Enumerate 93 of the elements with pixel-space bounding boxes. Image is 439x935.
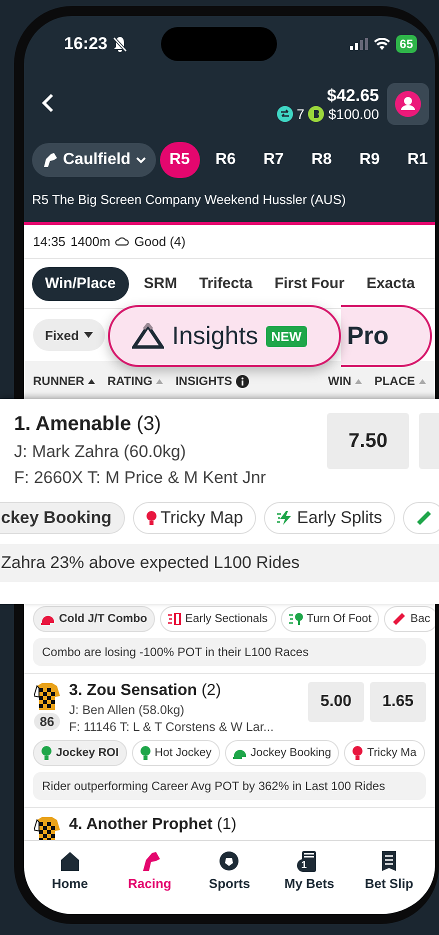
account-balance: $42.65 <box>327 86 379 106</box>
insight-chip[interactable]: ckey Booking <box>0 502 125 534</box>
jockey-text: J: Ben Allen (58.0kg) <box>69 703 186 717</box>
sort-arrow-icon <box>88 378 96 384</box>
insight-chip[interactable]: Hot Jockey <box>132 740 220 766</box>
column-header[interactable]: RATING <box>107 374 152 388</box>
nav-tab[interactable]: Sports <box>190 849 270 900</box>
race-tab[interactable]: R5 <box>160 142 200 178</box>
bet-type-tab[interactable]: Trifecta <box>192 266 260 300</box>
insight-comment: Rider outperforming Career Avg POT by 362% in Last 100 Rides <box>33 772 426 800</box>
runner-rating: 86 <box>34 713 60 730</box>
pro-toggle[interactable]: Pro <box>341 305 432 367</box>
ball-icon <box>219 850 240 872</box>
nav-tab[interactable]: Bet Slip <box>349 849 429 900</box>
battery-level: 65 <box>396 35 417 53</box>
price-type-dropdown[interactable]: Fixed <box>33 319 105 351</box>
cloud-icon <box>115 237 130 246</box>
arrows-icon <box>276 106 293 122</box>
form-trainer-text: F: 2660X T: M Price & M Kent Jnr <box>14 468 267 488</box>
insight-chip[interactable]: Cold J/T Combo <box>33 606 156 632</box>
insight-label: Bac <box>410 613 430 625</box>
status-time: 16:23 <box>64 34 108 54</box>
insight-label: Hot Jockey <box>154 747 212 759</box>
nav-tab[interactable]: Racing <box>110 849 190 900</box>
insight-label: Tricky Ma <box>367 747 416 759</box>
odds-button[interactable]: 5.00 <box>308 682 364 722</box>
insight-chip[interactable] <box>403 502 439 534</box>
column-header[interactable]: PLACE <box>374 374 415 388</box>
insight-label: Turn Of Foot <box>306 613 372 625</box>
insight-label: Jockey ROI <box>56 747 119 759</box>
venue-dropdown[interactable]: Caulfield <box>32 143 156 177</box>
runner-name: 3. Zou Sensation (2) <box>69 682 222 700</box>
insight-label: Early Splits <box>297 508 382 528</box>
insight-chip[interactable]: Tricky Ma <box>344 740 424 766</box>
column-header[interactable]: WIN <box>328 374 352 388</box>
bell-muted-icon <box>113 36 128 52</box>
jockey-text: J: Mark Zahra (60.0kg) <box>14 442 187 462</box>
insight-comment: Zahra 23% above expected L100 Rides <box>0 544 439 582</box>
insight-label: Early Sectionals <box>185 613 268 625</box>
form-trainer-text: F: 11146 T: L & T Corstens & W Lar... <box>69 720 275 734</box>
insight-chip[interactable]: Early Splits <box>264 502 396 534</box>
bet-type-tab[interactable]: Win/Place <box>32 266 129 300</box>
sort-arrow-icon <box>156 378 164 384</box>
track-condition: Good (4) <box>134 234 186 249</box>
bet-type-tab[interactable]: SRM <box>136 266 184 300</box>
account-button[interactable] <box>387 83 429 125</box>
chevron-left-icon <box>42 92 54 112</box>
insight-comment: Combo are losing -100% POT in their L100 Races <box>33 638 426 666</box>
runner-name: 1. Amenable (3) <box>14 413 162 436</box>
column-header[interactable]: INSIGHTS <box>175 374 232 388</box>
nav-tab[interactable]: Home <box>30 849 110 900</box>
horse-head-icon <box>42 152 58 168</box>
race-tab[interactable]: R7 <box>252 142 296 178</box>
sort-arrow-icon <box>355 378 362 384</box>
runner-name: 4. Another Prophet (1) <box>69 816 238 834</box>
info-icon <box>236 374 250 388</box>
odds-button[interactable]: 7.50 <box>327 413 409 469</box>
insight-chip[interactable]: Early Sectionals <box>160 606 276 632</box>
race-tab[interactable]: R8 <box>300 142 344 178</box>
bonus-coin-icon <box>308 106 324 122</box>
bet-type-tab[interactable]: Exacta <box>359 266 422 300</box>
sort-arrow-icon <box>419 378 426 384</box>
odds-button[interactable]: 1.65 <box>370 682 426 722</box>
insight-label: Tricky Map <box>160 508 244 528</box>
new-badge: NEW <box>266 326 307 346</box>
jockey-silks-icon <box>34 682 60 710</box>
insight-label: ckey Booking <box>1 508 112 528</box>
insight-chip[interactable]: Tricky Map <box>132 502 256 534</box>
race-distance: 1400m <box>70 234 110 249</box>
wifi-icon <box>374 38 390 50</box>
race-tab[interactable]: R6 <box>204 142 248 178</box>
race-title: R5 The Big Screen Company Weekend Hussler (AUS) <box>31 191 347 209</box>
insight-chip[interactable]: Turn Of Foot <box>280 606 380 632</box>
bet-type-tab[interactable]: First Four <box>267 266 352 300</box>
insight-label: Cold J/T Combo <box>59 613 148 625</box>
insight-chip[interactable]: Bac <box>384 606 435 632</box>
race-tab[interactable]: R1 <box>396 142 435 178</box>
insights-toggle[interactable]: Insights NEW <box>108 305 341 367</box>
person-icon <box>395 91 421 117</box>
signal-icon <box>350 38 368 50</box>
caret-down-icon <box>84 332 93 338</box>
insight-chip[interactable]: Jockey Booking <box>224 740 340 766</box>
insight-chip[interactable]: Jockey ROI <box>33 740 127 766</box>
race-time: 14:35 <box>33 234 66 249</box>
bonus-cash: $100.00 <box>328 106 379 122</box>
home-icon <box>60 850 80 872</box>
race-tab[interactable]: R9 <box>348 142 392 178</box>
column-header[interactable]: RUNNER <box>33 374 84 388</box>
nav-tab[interactable]: 1 My Bets <box>269 849 350 900</box>
bonus-count: 7 <box>296 106 304 122</box>
chevron-down-icon <box>136 156 146 164</box>
triangle-logo-icon <box>132 323 164 349</box>
insight-label: Jockey Booking <box>250 747 332 759</box>
